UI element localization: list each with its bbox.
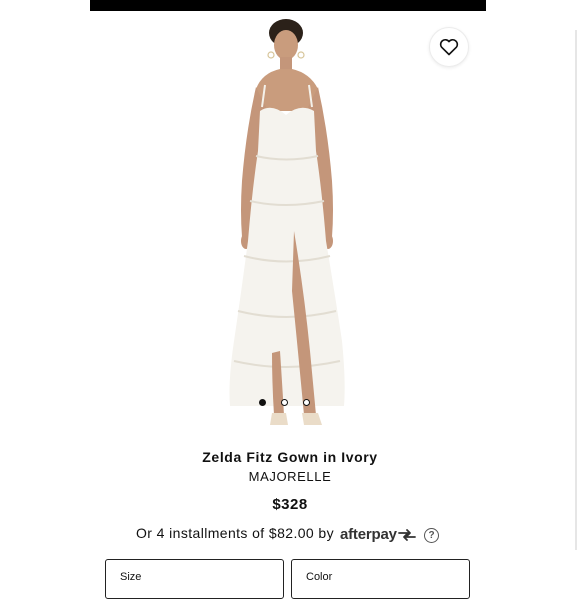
wishlist-button[interactable]: [429, 27, 469, 67]
color-select[interactable]: Color: [291, 559, 470, 599]
afterpay-logo[interactable]: afterpay: [340, 526, 417, 543]
product-brand[interactable]: MAJORELLE: [0, 469, 580, 484]
installments-text: Or 4 installments of $82.00 by: [136, 525, 334, 541]
gallery-dot-1[interactable]: [259, 398, 266, 406]
product-image-illustration: [229, 19, 345, 425]
afterpay-arrows-icon: [397, 528, 416, 541]
gallery-dot-2[interactable]: [281, 398, 288, 406]
gallery-pagination: [259, 396, 323, 408]
size-select-label: Size: [120, 571, 142, 583]
color-select-label: Color: [306, 571, 333, 583]
question-circle-icon[interactable]: ?: [424, 528, 439, 543]
product-image[interactable]: [90, 11, 486, 439]
heart-outline-icon: [439, 38, 459, 56]
top-bar: [90, 0, 486, 11]
gallery-dot-3[interactable]: [303, 398, 310, 406]
afterpay-label: afterpay: [340, 526, 397, 543]
size-select[interactable]: Size: [105, 559, 284, 599]
product-price: $328: [272, 496, 308, 513]
product-title: Zelda Fitz Gown in Ivory: [202, 449, 378, 465]
